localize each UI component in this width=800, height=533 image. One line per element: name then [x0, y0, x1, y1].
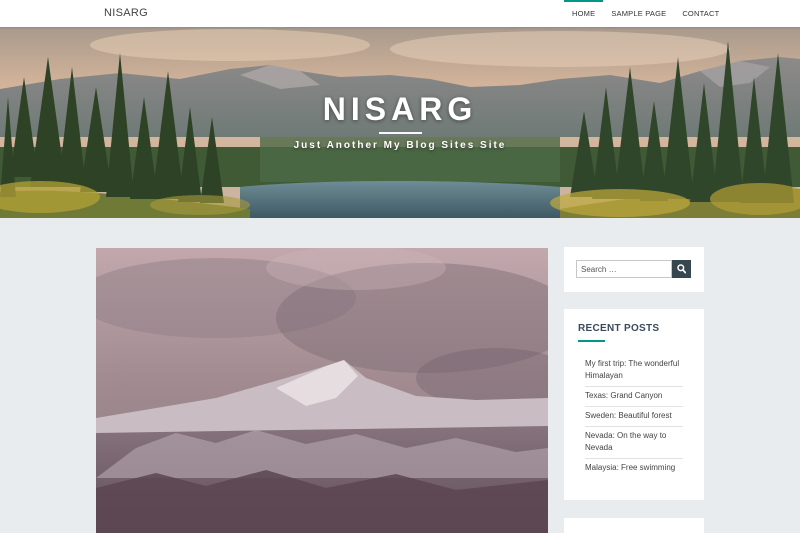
nav-item-contact[interactable]: CONTACT [674, 0, 727, 27]
recent-post-link[interactable]: My first trip: The wonderful Himalayan [585, 358, 683, 382]
list-item: Malaysia: Free swimming [585, 459, 683, 478]
list-item: Texas: Grand Canyon [585, 387, 683, 407]
list-item: Sweden: Beautiful forest [585, 407, 683, 427]
hero-header: NISARG Just Another My Blog Sites Site [0, 27, 800, 218]
nav-item-home[interactable]: HOME [564, 0, 604, 27]
title-divider [379, 132, 422, 134]
featured-post-image[interactable] [96, 248, 548, 533]
recent-post-link[interactable]: Texas: Grand Canyon [585, 390, 683, 402]
sidebar-widget-partial [564, 518, 704, 533]
recent-posts-list: My first trip: The wonderful Himalayan T… [585, 355, 683, 478]
list-item: My first trip: The wonderful Himalayan [585, 355, 683, 387]
site-tagline: Just Another My Blog Sites Site [293, 140, 507, 151]
mountain-photo [96, 248, 548, 533]
widget-title: RECENT POSTS [578, 323, 660, 334]
recent-post-link[interactable]: Malaysia: Free swimming [585, 462, 683, 474]
top-navbar: NISARG HOME SAMPLE PAGE CONTACT [0, 0, 800, 27]
site-title[interactable]: NISARG [0, 91, 800, 128]
site-brand-link[interactable]: NISARG [104, 7, 148, 19]
recent-post-link[interactable]: Nevada: On the way to Nevada [585, 430, 683, 454]
recent-post-link[interactable]: Sweden: Beautiful forest [585, 410, 683, 422]
main-menu: HOME SAMPLE PAGE CONTACT [564, 0, 727, 27]
search-button[interactable] [672, 260, 691, 278]
nav-item-sample-page[interactable]: SAMPLE PAGE [603, 0, 674, 27]
widget-title-underline [578, 340, 605, 342]
search-input[interactable] [576, 260, 672, 278]
recent-posts-widget: RECENT POSTS My first trip: The wonderfu… [564, 309, 704, 500]
list-item: Nevada: On the way to Nevada [585, 427, 683, 459]
search-icon [677, 264, 686, 274]
